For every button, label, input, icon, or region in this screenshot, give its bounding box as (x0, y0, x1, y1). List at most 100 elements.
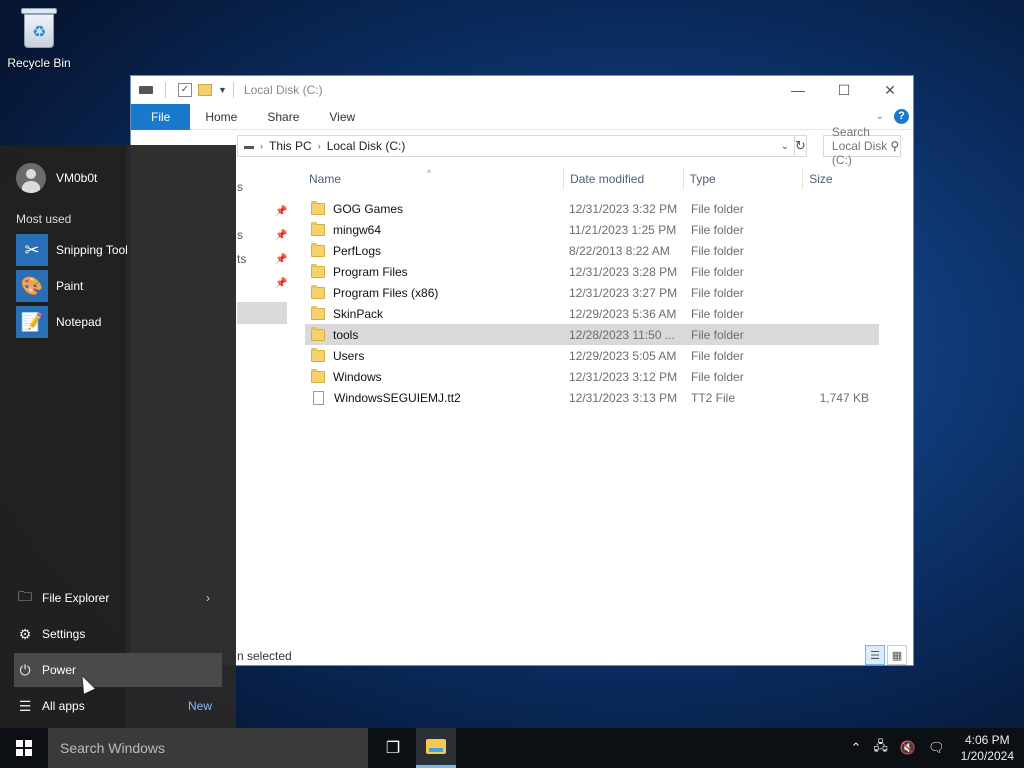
nav-item-fragment[interactable]: ts (237, 252, 246, 266)
paint-icon: 🎨 (16, 270, 48, 302)
file-type: File folder (691, 243, 744, 258)
search-icon: ⚲ (890, 139, 900, 153)
table-row[interactable]: Program Files (x86) 12/31/2023 3:27 PM Fil… (305, 282, 879, 303)
close-button[interactable]: ✕ (867, 76, 913, 104)
table-row[interactable]: Program Files 12/31/2023 3:28 PM File fold… (305, 261, 879, 282)
taskbar-file-explorer[interactable] (416, 728, 456, 768)
file-name: Program Files (x86) (305, 284, 565, 300)
list-icon: ☰ (18, 697, 32, 714)
refresh-button[interactable]: ↻ (795, 135, 807, 157)
most-used-heading: Most used (16, 212, 72, 226)
snipping-tool-icon: ✂ (16, 234, 48, 266)
table-row[interactable]: GOG Games 12/31/2023 3:32 PM File folder (305, 198, 879, 219)
table-row[interactable]: tools 12/28/2023 11:50 ... File folder (305, 324, 879, 345)
title-bar: ✓ ▼ Local Disk (C:) — ☐ ✕ (131, 76, 913, 104)
new-badge: New (187, 699, 212, 713)
notifications-icon[interactable]: 🗨 (928, 740, 945, 756)
file-type: File folder (691, 285, 744, 300)
user-avatar-icon (16, 163, 46, 193)
user-account[interactable]: VM0b0t (16, 163, 97, 193)
start-file-explorer[interactable]: 🗀 File Explorer › (14, 581, 222, 615)
quick-access-toolbar: ✓ ▼ (139, 82, 227, 98)
column-name[interactable]: Name ^ (303, 168, 565, 190)
help-icon[interactable]: ? (894, 109, 909, 124)
drive-icon: ▬ (244, 140, 254, 152)
file-name: SkinPack (305, 305, 565, 321)
column-type[interactable]: Type (684, 168, 804, 190)
taskbar: Search Windows ❐ ⌃ 🖧 🔇 🗨 4:06 PM 1/20/20… (0, 728, 1024, 768)
minimize-button[interactable]: — (775, 76, 821, 104)
table-row[interactable]: PerfLogs 8/22/2013 8:22 AM File folder (305, 240, 879, 261)
table-row[interactable]: SkinPack 12/29/2023 5:36 AM File folder (305, 303, 879, 324)
customize-toolbar-icon[interactable]: ▼ (218, 85, 227, 95)
address-bar[interactable]: ▬ › This PC › Local Disk (C:) ⌄ (237, 135, 795, 157)
file-type: TT2 File (691, 390, 736, 405)
details-view-icon[interactable]: ☰ (865, 645, 885, 665)
file-name: PerfLogs (305, 242, 565, 258)
file-type: File folder (691, 264, 744, 279)
start-all-apps[interactable]: ☰ All apps New (14, 689, 222, 723)
table-row[interactable]: Windows 12/31/2023 3:12 PM File folder (305, 366, 879, 387)
show-hidden-icons-icon[interactable]: ⌃ (851, 740, 862, 756)
start-power[interactable]: ⏻ Power (14, 653, 222, 687)
folder-icon (311, 263, 325, 278)
file-name: Windows (305, 368, 565, 384)
file-type: File folder (691, 327, 744, 342)
windows-logo-icon (16, 740, 32, 756)
power-icon: ⏻ (19, 661, 31, 678)
file-date: 12/31/2023 3:32 PM (569, 201, 678, 216)
view-toggle: ☰ ▦ (865, 645, 907, 665)
file-date: 12/29/2023 5:36 AM (569, 306, 677, 321)
table-row[interactable]: Users 12/29/2023 5:05 AM File folder (305, 345, 879, 366)
chevron-right-icon[interactable]: › (206, 591, 210, 605)
tab-view[interactable]: View (314, 104, 370, 130)
table-row[interactable]: mingw64 11/21/2023 1:25 PM File folder (305, 219, 879, 240)
nav-item-fragment[interactable]: s (237, 180, 243, 194)
file-type: File folder (691, 201, 744, 216)
user-name: VM0b0t (56, 171, 98, 185)
breadcrumb-this-pc[interactable]: This PC (263, 139, 318, 153)
recycle-bin-desktop-icon[interactable]: Recycle Bin (6, 6, 72, 70)
expand-ribbon-icon[interactable]: ⌄ (876, 111, 884, 122)
task-view-icon[interactable]: ❐ (370, 728, 416, 768)
pin-icon: 📌 (275, 254, 288, 265)
column-date-modified[interactable]: Date modified (564, 168, 684, 190)
tab-home[interactable]: Home (190, 104, 252, 130)
nav-item-fragment[interactable]: s (237, 228, 243, 242)
volume-icon[interactable]: 🔇 (900, 740, 916, 756)
gear-icon: ⚙ (18, 625, 32, 642)
nav-selected-item[interactable] (237, 302, 287, 324)
folder-icon (311, 221, 325, 236)
taskbar-search-input[interactable]: Search Windows (48, 728, 368, 768)
window-title: Local Disk (C:) (243, 83, 323, 97)
breadcrumb-local-disk[interactable]: Local Disk (C:) (321, 139, 412, 153)
file-name: mingw64 (305, 221, 565, 237)
tab-file[interactable]: File (131, 103, 191, 130)
file-type: File folder (691, 348, 744, 363)
status-bar-text: n selected (237, 649, 292, 663)
large-icons-view-icon[interactable]: ▦ (887, 645, 907, 665)
clock[interactable]: 4:06 PM 1/20/2024 (961, 732, 1014, 764)
properties-icon[interactable]: ✓ (178, 83, 192, 97)
app-notepad[interactable]: 📝 Notepad (16, 306, 101, 338)
network-icon[interactable]: 🖧 (873, 737, 888, 759)
recycle-bin-icon (19, 6, 59, 50)
notepad-icon: 📝 (16, 306, 48, 338)
app-snipping-tool[interactable]: ✂ Snipping Tool (16, 234, 128, 266)
column-size[interactable]: Size (803, 168, 883, 190)
table-row[interactable]: WindowsSEGUIEMJ.tt2 12/31/2023 3:13 PM TT2… (305, 387, 879, 408)
start-settings[interactable]: ⚙ Settings (14, 617, 222, 651)
file-date: 12/28/2023 11:50 ... (569, 327, 675, 342)
search-input[interactable]: Search Local Disk (C:) ⚲ (822, 125, 901, 167)
search-placeholder: Search Local Disk (C:) (831, 125, 888, 167)
file-date: 11/21/2023 1:25 PM (569, 222, 677, 237)
chevron-down-icon[interactable]: ⌄ (776, 141, 794, 152)
file-date: 12/29/2023 5:05 AM (569, 348, 677, 363)
folder-icon (311, 368, 325, 383)
file-name: GOG Games (305, 200, 565, 216)
maximize-button[interactable]: ☐ (821, 76, 867, 104)
start-button[interactable] (0, 728, 48, 768)
tab-share[interactable]: Share (252, 104, 314, 130)
app-paint[interactable]: 🎨 Paint (16, 270, 83, 302)
new-folder-icon[interactable] (198, 84, 212, 96)
